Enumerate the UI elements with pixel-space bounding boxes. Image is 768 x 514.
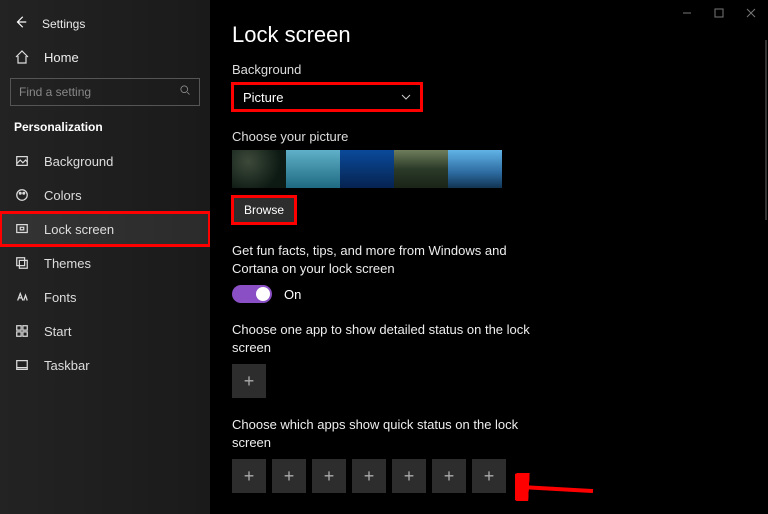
sidebar-item-label: Fonts bbox=[44, 290, 77, 305]
search-input[interactable] bbox=[19, 85, 179, 99]
palette-icon bbox=[14, 187, 30, 203]
app-title: Settings bbox=[42, 17, 85, 31]
sidebar-item-fonts[interactable]: Fonts bbox=[0, 280, 210, 314]
picture-thumbnail[interactable] bbox=[394, 150, 448, 188]
back-icon[interactable] bbox=[14, 15, 28, 34]
detailed-status-app-slot[interactable]: + bbox=[232, 364, 266, 398]
sidebar-item-label: Start bbox=[44, 324, 71, 339]
chevron-down-icon bbox=[401, 90, 411, 105]
themes-icon bbox=[14, 255, 30, 271]
minimize-button[interactable] bbox=[676, 4, 698, 22]
picture-thumbnail[interactable] bbox=[340, 150, 394, 188]
fun-facts-toggle-label: On bbox=[284, 287, 301, 302]
sidebar-item-themes[interactable]: Themes bbox=[0, 246, 210, 280]
quick-status-app-slot[interactable]: + bbox=[352, 459, 386, 493]
search-box[interactable] bbox=[10, 78, 200, 106]
sidebar-item-lock-screen[interactable]: Lock screen bbox=[0, 212, 210, 246]
quick-status-app-slot[interactable]: + bbox=[432, 459, 466, 493]
search-icon bbox=[179, 83, 191, 101]
close-button[interactable] bbox=[740, 4, 762, 22]
main-content: Lock screen Background Picture Choose yo… bbox=[210, 0, 768, 514]
sidebar-item-label: Lock screen bbox=[44, 222, 114, 237]
background-dropdown-value: Picture bbox=[243, 90, 283, 105]
picture-thumbnails bbox=[232, 150, 738, 188]
sidebar-item-colors[interactable]: Colors bbox=[0, 178, 210, 212]
picture-thumbnail[interactable] bbox=[286, 150, 340, 188]
plus-icon: + bbox=[324, 466, 335, 487]
picture-thumbnail[interactable] bbox=[448, 150, 502, 188]
category-label: Personalization bbox=[0, 114, 210, 144]
sidebar-item-label: Background bbox=[44, 154, 113, 169]
plus-icon: + bbox=[444, 466, 455, 487]
browse-button-label: Browse bbox=[244, 203, 284, 217]
taskbar-icon bbox=[14, 357, 30, 373]
plus-icon: + bbox=[364, 466, 375, 487]
browse-button[interactable]: Browse bbox=[232, 196, 296, 224]
sidebar-item-start[interactable]: Start bbox=[0, 314, 210, 348]
sidebar-item-label: Taskbar bbox=[44, 358, 90, 373]
fonts-icon bbox=[14, 289, 30, 305]
fun-facts-text: Get fun facts, tips, and more from Windo… bbox=[232, 242, 552, 277]
quick-status-app-slot[interactable]: + bbox=[472, 459, 506, 493]
sidebar-item-background[interactable]: Background bbox=[0, 144, 210, 178]
picture-thumbnail[interactable] bbox=[232, 150, 286, 188]
sidebar-item-label: Themes bbox=[44, 256, 91, 271]
quick-status-app-slot[interactable]: + bbox=[312, 459, 346, 493]
quick-status-label: Choose which apps show quick status on t… bbox=[232, 416, 552, 451]
sidebar-item-taskbar[interactable]: Taskbar bbox=[0, 348, 210, 382]
background-section-label: Background bbox=[232, 62, 738, 77]
start-icon bbox=[14, 323, 30, 339]
sidebar-item-label: Colors bbox=[44, 188, 82, 203]
maximize-button[interactable] bbox=[708, 4, 730, 22]
picture-icon bbox=[14, 153, 30, 169]
quick-status-app-slot[interactable]: + bbox=[392, 459, 426, 493]
sidebar: Settings Home Personalization Background… bbox=[0, 0, 210, 514]
plus-icon: + bbox=[284, 466, 295, 487]
plus-icon: + bbox=[404, 466, 415, 487]
scrollbar[interactable] bbox=[765, 40, 767, 220]
lock-screen-icon bbox=[14, 221, 30, 237]
home-nav-item[interactable]: Home bbox=[0, 40, 210, 74]
quick-status-app-slot[interactable]: + bbox=[272, 459, 306, 493]
plus-icon: + bbox=[244, 371, 255, 392]
quick-status-app-slot[interactable]: + bbox=[232, 459, 266, 493]
home-label: Home bbox=[44, 50, 79, 65]
plus-icon: + bbox=[484, 466, 495, 487]
plus-icon: + bbox=[244, 466, 255, 487]
choose-picture-label: Choose your picture bbox=[232, 129, 738, 144]
detailed-status-label: Choose one app to show detailed status o… bbox=[232, 321, 552, 356]
home-icon bbox=[14, 49, 30, 65]
fun-facts-toggle[interactable] bbox=[232, 285, 272, 303]
background-dropdown[interactable]: Picture bbox=[232, 83, 422, 111]
page-title: Lock screen bbox=[232, 22, 738, 48]
